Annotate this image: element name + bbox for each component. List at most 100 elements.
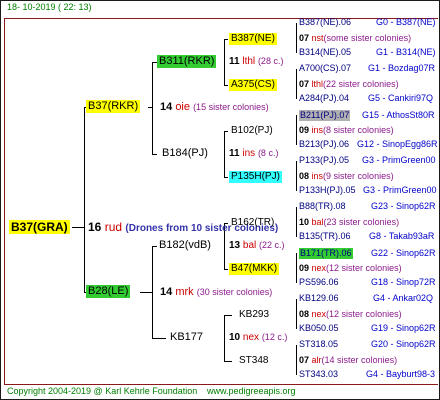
queen-node[interactable]: B211(PJ).07 [299, 110, 351, 121]
site-link[interactable]: www.pedigreeapis.org [207, 387, 296, 396]
lineage-tag: G19 - Sinop62R [371, 323, 436, 333]
queen-drone-info: 14 mrk (30 sister colonies) [160, 287, 272, 298]
breed-code: lthl [242, 56, 256, 67]
connector [224, 85, 228, 86]
drone-count: 14 [160, 286, 173, 298]
root-queen[interactable]: B37(GRA) [9, 220, 70, 234]
queen-node[interactable]: KB177 [168, 331, 205, 344]
queen-node[interactable]: ST318.05 [299, 340, 338, 349]
connector [296, 345, 297, 375]
connector [296, 207, 297, 237]
connector [152, 246, 153, 338]
queen-node[interactable]: KB129.06 [299, 294, 339, 303]
queen-node[interactable]: PS596.06 [299, 278, 339, 287]
breed-code: nex [311, 263, 327, 273]
breed-code: rud [104, 220, 123, 234]
connector [140, 292, 152, 293]
connector [152, 62, 153, 154]
connector [224, 315, 232, 316]
queen-node[interactable]: A284(PJ).04 [299, 94, 349, 103]
connector [296, 115, 297, 145]
queen-node[interactable]: B314(NE).05 [299, 48, 351, 57]
drone-note: (12 sister colonies) [326, 263, 402, 273]
lineage-tag: G4 - Bayburt98-3 [366, 369, 436, 379]
lineage-tag: G18 - Sinop72R [371, 277, 436, 287]
drone-note: (8 sister colonies) [323, 125, 394, 135]
connector [152, 338, 166, 339]
queen-node[interactable]: B162(TR) [229, 217, 276, 229]
queen-node[interactable]: B47(MKK) [229, 263, 280, 275]
breed-code: nst [311, 33, 324, 43]
drone-note: (30 sister colonies) [196, 287, 273, 297]
lineage-tag: G5 - Cankiri97Q [368, 93, 434, 103]
queen-drone-info: 07 alr(14 sister colonies) [299, 356, 397, 365]
queen-drone-info: 10 bal(23 sister colonies) [299, 218, 399, 227]
queen-node[interactable]: B182(vdB) [157, 239, 213, 252]
queen-node[interactable]: A700(CS).07 [299, 64, 351, 73]
connector [224, 39, 228, 40]
queen-drone-info: 11 lthl (28 c.) [229, 57, 283, 67]
queen-node[interactable]: B171(TR).06 [299, 248, 353, 259]
connector [296, 23, 297, 53]
queen-node[interactable]: P135H(PJ) [229, 171, 282, 183]
lineage-tag: G3 - PrimGreen00 [363, 185, 437, 195]
queen-node[interactable]: P133H(PJ).05 [299, 186, 356, 195]
queen-node[interactable]: ST348 [237, 355, 270, 367]
drone-note: (9 sister colonies) [323, 171, 394, 181]
queen-node[interactable]: B184(PJ) [160, 147, 210, 160]
queen-node[interactable]: KB050.05 [299, 324, 339, 333]
queen-drone-info: 09 nex(12 sister colonies) [299, 264, 402, 273]
drone-count: 10 [229, 332, 241, 343]
queen-node[interactable]: B387(NE).06 [299, 18, 351, 27]
drone-count: 13 [229, 240, 241, 251]
connector [224, 177, 228, 178]
drone-note: (22 c.) [259, 240, 285, 250]
drone-count: 09 [299, 263, 310, 273]
queen-drone-info: 08 ins(9 sister colonies) [299, 172, 394, 181]
lineage-tag: G1 - Bozdag07R [368, 63, 436, 73]
connector [224, 131, 228, 132]
connector [224, 361, 232, 362]
queen-node[interactable]: B213(PJ).06 [299, 140, 349, 149]
queen-node[interactable]: P133(PJ).05 [299, 156, 349, 165]
connector [72, 227, 84, 228]
drone-count: 07 [299, 79, 310, 89]
queen-node[interactable]: B135(TR).06 [299, 232, 351, 241]
queen-drone-info: 13 bal (22 c.) [229, 241, 285, 251]
queen-node[interactable]: B37(RKR) [86, 100, 141, 113]
breed-code: ins [242, 148, 256, 159]
queen-node[interactable]: B311(RKR) [157, 55, 217, 68]
queen-drone-info: 09 ins(8 sister colonies) [299, 126, 394, 135]
breed-code: lthl [311, 79, 324, 89]
connector [224, 269, 228, 270]
drone-count: 11 [229, 56, 240, 67]
drone-count: 09 [299, 125, 310, 135]
connector [296, 253, 297, 283]
breed-code: mrk [175, 286, 194, 298]
connector [84, 107, 85, 292]
breed-code: alr [311, 355, 322, 365]
lineage-tag: G4 - Ankar02Q [373, 293, 434, 303]
queen-node[interactable]: A375(CS) [229, 79, 277, 91]
queen-node[interactable]: ST343.03 [299, 370, 338, 379]
lineage-tag: G15 - AthosSt80R [362, 110, 435, 120]
breed-code: nex [311, 309, 327, 319]
queen-node[interactable]: B102(PJ) [229, 125, 275, 137]
queen-drone-info: 14 oie (15 sister colonies) [160, 102, 269, 113]
queen-node[interactable]: B387(NE) [229, 33, 277, 45]
lineage-tag: G3 - PrimGreen00 [362, 155, 436, 165]
drone-note: (23 sister colonies) [323, 217, 400, 227]
drone-count: 08 [299, 309, 310, 319]
drone-note: (22 sister colonies) [323, 79, 399, 89]
queen-node[interactable]: B28(LE) [86, 285, 131, 298]
drone-note: (14 sister colonies) [321, 355, 398, 365]
drone-count: 11 [229, 148, 240, 159]
lineage-tag: G20 - Sinop62R [371, 339, 436, 349]
queen-node[interactable]: B88(TR).08 [299, 202, 346, 211]
drone-note: (28 c.) [257, 56, 284, 66]
breed-code: ins [311, 125, 324, 135]
lineage-tag: G12 - SinopEgg86R [357, 139, 438, 149]
queen-node[interactable]: KB293 [237, 309, 271, 321]
lineage-tag: G22 - Sinop62R [371, 248, 436, 258]
connector [152, 154, 157, 155]
